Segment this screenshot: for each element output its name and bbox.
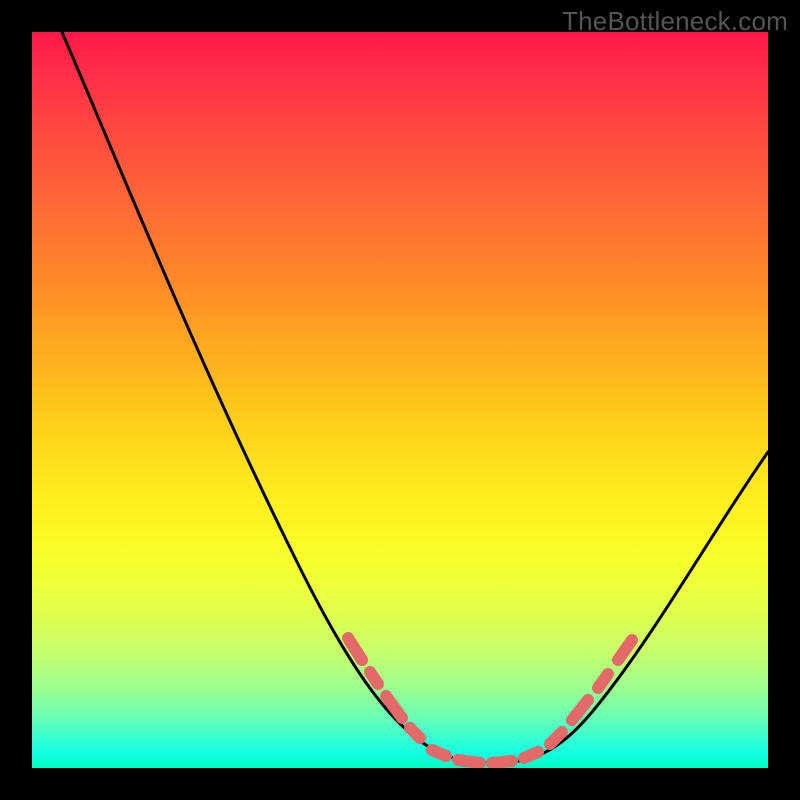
chart-frame: TheBottleneck.com: [0, 0, 800, 800]
plot-area: [32, 32, 768, 768]
highlight-right: [550, 640, 632, 744]
curve-svg: [32, 32, 768, 768]
highlight-floor: [432, 750, 538, 763]
bottleneck-curve: [62, 32, 768, 763]
highlight-left: [348, 638, 420, 738]
